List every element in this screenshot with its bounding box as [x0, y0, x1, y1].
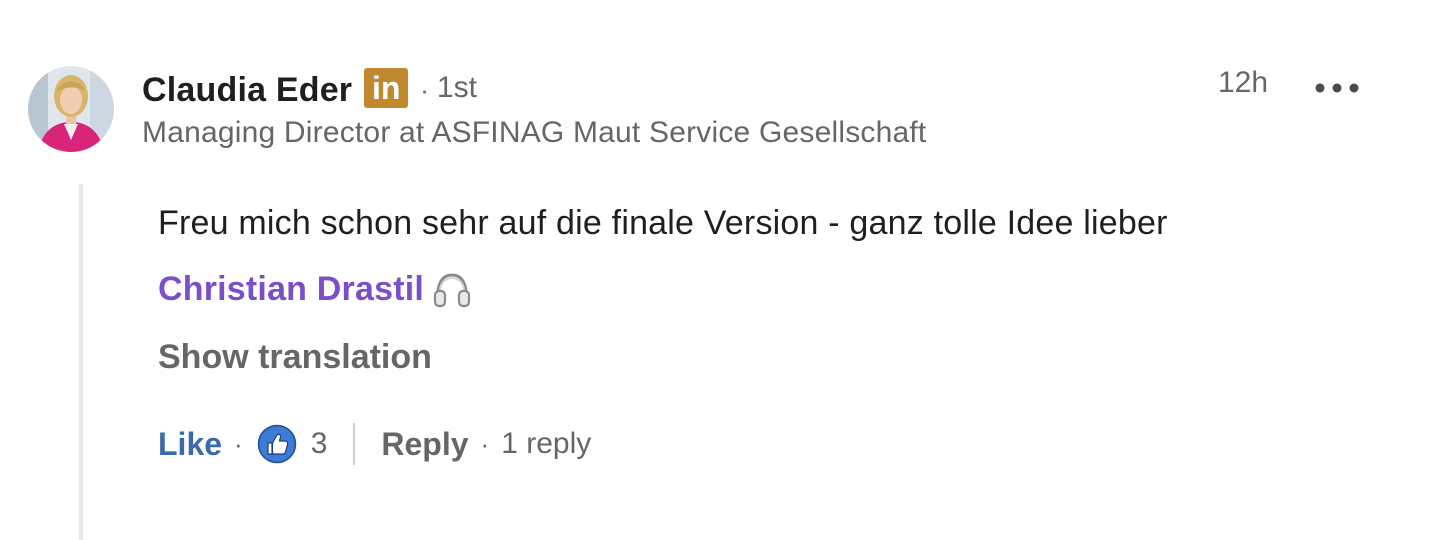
- comment-timestamp: 12h: [1218, 66, 1269, 99]
- headphone-emoji-icon: [432, 266, 472, 332]
- mention-link[interactable]: Christian Drastil: [158, 270, 424, 308]
- reply-count-link[interactable]: 1 reply: [501, 427, 591, 461]
- reply-button[interactable]: Reply: [381, 426, 468, 463]
- reaction-count[interactable]: 3: [311, 427, 328, 461]
- separator-dot: ·: [234, 428, 243, 459]
- author-name[interactable]: Claudia Eder: [142, 71, 352, 110]
- comment-actions: Like · 3 Reply · 1 reply: [158, 420, 591, 468]
- comment-text-body: Freu mich schon sehr auf die finale Vers…: [158, 204, 1168, 242]
- author-name-row: Claudia Eder in · 1st: [142, 66, 477, 114]
- separator-dot: ·: [480, 428, 490, 459]
- author-headline: Managing Director at ASFINAG Maut Servic…: [142, 116, 927, 149]
- linkedin-badge-icon: in: [364, 68, 409, 108]
- author-avatar[interactable]: [28, 66, 114, 152]
- thread-line: [79, 184, 83, 540]
- connection-degree: 1st: [436, 71, 477, 104]
- action-divider: [353, 423, 356, 465]
- show-translation-button[interactable]: Show translation: [158, 338, 432, 377]
- more-options-button[interactable]: [1308, 70, 1366, 106]
- ellipsis-icon: [1315, 83, 1359, 93]
- like-button[interactable]: Like: [158, 426, 222, 463]
- like-reaction-icon[interactable]: [257, 424, 297, 464]
- comment-text: Freu mich schon sehr auf die finale Vers…: [158, 190, 1308, 332]
- avatar-image: [28, 66, 114, 152]
- separator-dot: ·: [420, 74, 429, 105]
